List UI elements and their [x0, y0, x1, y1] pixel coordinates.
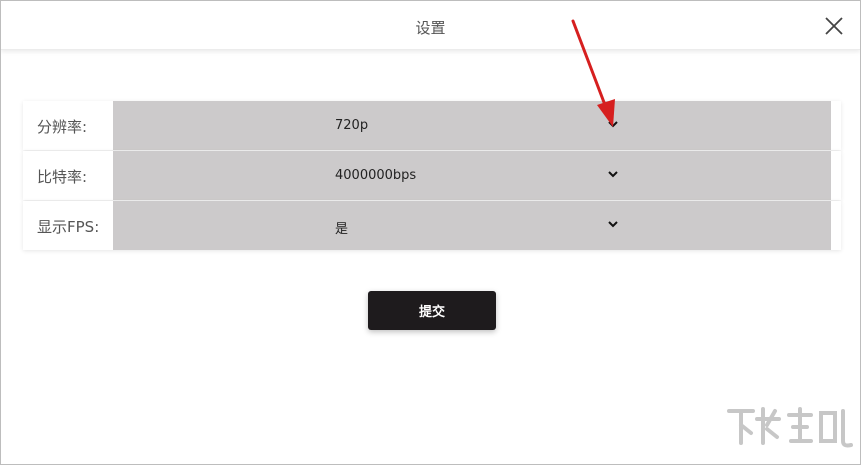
show-fps-value: 是 — [335, 222, 349, 237]
close-button[interactable] — [823, 15, 845, 37]
resolution-label: 分辨率: — [37, 118, 88, 136]
resolution-select[interactable]: 720p — [113, 101, 831, 150]
watermark-logo-icon — [727, 407, 853, 448]
chevron-down-icon — [608, 171, 618, 178]
settings-dialog: 设置 分辨率: 720p 比特率: 4000000bps 显示FPS: 是 提交 — [0, 0, 861, 465]
bitrate-label: 比特率: — [37, 168, 88, 186]
show-fps-row: 显示FPS: 是 — [23, 201, 841, 250]
bitrate-value: 4000000bps — [335, 168, 417, 183]
dialog-title: 设置 — [415, 19, 446, 37]
submit-button[interactable]: 提交 — [368, 291, 496, 330]
chevron-down-icon — [608, 221, 618, 228]
close-icon — [825, 17, 843, 35]
chevron-down-icon — [608, 121, 618, 128]
bitrate-row: 比特率: 4000000bps — [23, 151, 841, 200]
resolution-value: 720p — [335, 118, 369, 133]
show-fps-label: 显示FPS: — [37, 218, 100, 236]
dialog-titlebar: 设置 — [1, 1, 860, 50]
bitrate-select[interactable]: 4000000bps — [113, 151, 831, 200]
resolution-row: 分辨率: 720p — [23, 101, 841, 150]
show-fps-select[interactable]: 是 — [113, 201, 831, 250]
settings-form: 分辨率: 720p 比特率: 4000000bps 显示FPS: 是 — [23, 101, 841, 251]
